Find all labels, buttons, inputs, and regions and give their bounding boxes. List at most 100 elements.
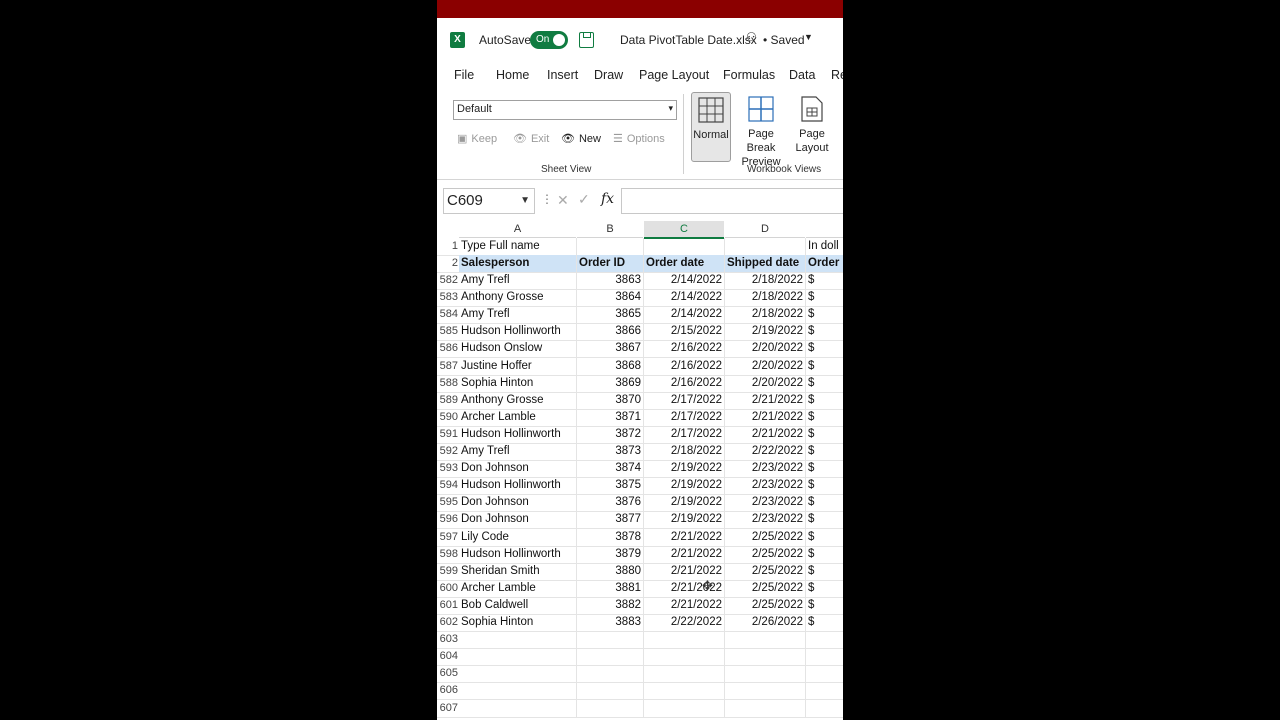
cell-order-id[interactable]: 3873 <box>577 443 644 460</box>
cell-order-id[interactable]: 3863 <box>577 272 644 289</box>
cell-shipped-date[interactable] <box>725 648 806 666</box>
cell-order-amount[interactable]: $ <box>806 340 843 357</box>
cell-order-date[interactable]: 2/14/2022 <box>644 289 725 307</box>
keep-button[interactable]: ▣ Keep <box>457 132 497 145</box>
page-layout-button[interactable]: Page Layout <box>792 92 832 160</box>
row-number[interactable]: 606 <box>437 682 458 699</box>
cell-order-id[interactable]: 3883 <box>577 614 644 631</box>
row-number[interactable]: 604 <box>437 648 458 665</box>
cell-order-amount[interactable]: $ <box>806 392 843 409</box>
cell-salesperson[interactable]: Anthony Grosse <box>459 289 577 307</box>
cell-salesperson[interactable]: Amy Trefl <box>459 306 577 324</box>
cell-salesperson[interactable]: Lily Code <box>459 528 577 546</box>
cell-shipped-date[interactable]: 2/21/2022 <box>725 391 806 409</box>
cell-salesperson[interactable]: Hudson Hollinworth <box>459 545 577 563</box>
chevron-down-icon[interactable]: ▼ <box>804 32 813 42</box>
tab-draw[interactable]: Draw <box>594 68 623 82</box>
cell-order-date[interactable]: 2/17/2022 <box>644 391 725 409</box>
row-number[interactable]: 1 <box>437 238 458 255</box>
cell-order-amount[interactable]: $ <box>806 306 843 323</box>
cell-order-amount[interactable]: $ <box>806 563 843 580</box>
tab-insert[interactable]: Insert <box>547 68 578 82</box>
row-number[interactable]: 583 <box>437 289 458 306</box>
cell-order-date[interactable]: 2/16/2022 <box>644 340 725 358</box>
cell-order-id[interactable]: 3864 <box>577 289 644 307</box>
cell-order-date[interactable]: 2/18/2022 <box>644 443 725 460</box>
column-header-c[interactable]: C <box>644 221 724 239</box>
cell-shipped-date[interactable] <box>725 699 806 717</box>
tab-file[interactable]: File <box>454 68 474 82</box>
cell-shipped-date[interactable]: 2/23/2022 <box>725 460 806 478</box>
row-number[interactable]: 605 <box>437 665 458 682</box>
cell-salesperson[interactable]: Hudson Hollinworth <box>459 425 577 443</box>
cell-order-id[interactable]: 3880 <box>577 562 644 580</box>
header-order-id[interactable]: Order ID <box>577 255 644 272</box>
row-number[interactable]: 593 <box>437 460 458 477</box>
row-number[interactable]: 607 <box>437 700 458 717</box>
cell-order-date[interactable]: 2/16/2022 <box>644 374 725 392</box>
cell-shipped-date[interactable]: 2/25/2022 <box>725 545 806 563</box>
save-icon[interactable] <box>579 32 594 48</box>
new-view-button[interactable]: 👁 New <box>561 132 601 145</box>
row-number[interactable]: 586 <box>437 340 458 357</box>
cell-order-amount[interactable]: $ <box>806 546 843 563</box>
row-number[interactable]: 591 <box>437 426 458 443</box>
cell-shipped-date[interactable]: 2/20/2022 <box>725 357 806 375</box>
cell-salesperson[interactable]: Don Johnson <box>459 460 577 478</box>
cell-d1[interactable] <box>725 238 806 255</box>
row-number[interactable]: 600 <box>437 580 458 597</box>
cell-salesperson[interactable] <box>459 699 577 717</box>
header-shipped-date[interactable]: Shipped date <box>725 255 806 272</box>
cell-order-amount[interactable] <box>806 665 843 682</box>
cell-order-date[interactable] <box>644 682 725 700</box>
column-header-a[interactable]: A <box>459 221 576 238</box>
exit-button[interactable]: 👁 Exit <box>513 132 549 145</box>
file-name[interactable]: Data PivotTable Date.xlsx <box>620 33 757 47</box>
row-number[interactable]: 588 <box>437 375 458 392</box>
row-number[interactable]: 584 <box>437 306 458 323</box>
cell-order-amount[interactable] <box>806 700 843 717</box>
cell-shipped-date[interactable]: 2/22/2022 <box>725 443 806 460</box>
cell-order-id[interactable] <box>577 682 644 700</box>
cell-order-amount[interactable]: $ <box>806 289 843 306</box>
cell-salesperson[interactable]: Amy Trefl <box>459 272 577 289</box>
cell-order-id[interactable]: 3879 <box>577 545 644 563</box>
cell-order-date[interactable] <box>644 648 725 666</box>
sheet-view-dropdown[interactable]: Default ▾ <box>453 100 677 120</box>
tab-home[interactable]: Home <box>496 68 529 82</box>
cell-c1[interactable] <box>644 238 725 255</box>
cell-shipped-date[interactable]: 2/23/2022 <box>725 511 806 529</box>
cell-order-id[interactable] <box>577 648 644 666</box>
cell-shipped-date[interactable]: 2/26/2022 <box>725 614 806 631</box>
cell-salesperson[interactable]: Hudson Onslow <box>459 340 577 358</box>
cell-shipped-date[interactable]: 2/21/2022 <box>725 408 806 426</box>
cell-salesperson[interactable]: Justine Hoffer <box>459 357 577 375</box>
cell-order-id[interactable]: 3869 <box>577 374 644 392</box>
row-number[interactable]: 599 <box>437 563 458 580</box>
cell-order-date[interactable]: 2/17/2022 <box>644 408 725 426</box>
cell-order-id[interactable]: 3871 <box>577 408 644 426</box>
row-number[interactable]: 602 <box>437 614 458 631</box>
column-header-b[interactable]: B <box>577 221 643 238</box>
cell-b1[interactable] <box>577 238 644 255</box>
check-icon[interactable]: ✓ <box>578 191 590 208</box>
cell-order-amount[interactable]: $ <box>806 443 843 460</box>
normal-view-button[interactable]: Normal <box>691 92 731 162</box>
cell-salesperson[interactable]: Bob Caldwell <box>459 596 577 614</box>
insert-function-icon[interactable]: fx <box>601 191 614 207</box>
cell-order-amount[interactable]: $ <box>806 426 843 443</box>
column-header-e[interactable] <box>806 221 843 238</box>
cell-shipped-date[interactable]: 2/18/2022 <box>725 306 806 324</box>
cell-salesperson[interactable]: Hudson Hollinworth <box>459 323 577 341</box>
cell-shipped-date[interactable] <box>725 682 806 700</box>
cell-shipped-date[interactable]: 2/18/2022 <box>725 272 806 289</box>
cell-order-amount[interactable]: $ <box>806 460 843 477</box>
cell-shipped-date[interactable]: 2/19/2022 <box>725 323 806 341</box>
cell-salesperson[interactable]: Don Johnson <box>459 511 577 529</box>
cell-order-amount[interactable]: $ <box>806 614 843 631</box>
autosave-toggle[interactable]: On <box>530 31 568 49</box>
cell-order-amount[interactable]: $ <box>806 580 843 597</box>
tab-formulas[interactable]: Formulas <box>723 68 775 82</box>
cell-order-date[interactable]: 2/14/2022 <box>644 306 725 324</box>
cell-order-id[interactable]: 3874 <box>577 460 644 478</box>
